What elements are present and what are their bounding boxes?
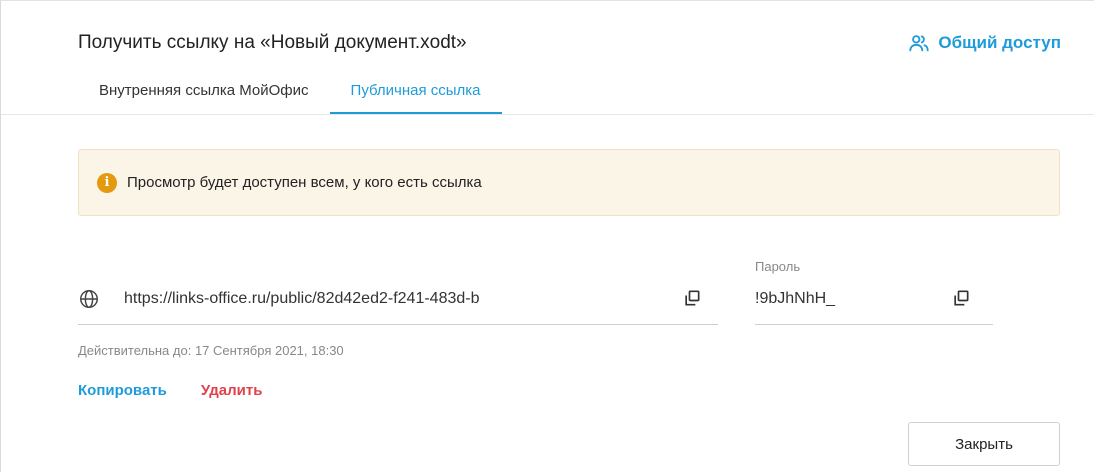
copy-link-button[interactable]: Копировать — [78, 382, 167, 399]
delete-link-button[interactable]: Удалить — [201, 382, 263, 399]
users-icon — [909, 35, 930, 52]
info-icon: i — [97, 172, 117, 193]
copy-url-icon[interactable] — [682, 288, 702, 308]
notice-text: Просмотр будет доступен всем, у кого ест… — [127, 174, 482, 191]
close-button[interactable]: Закрыть — [908, 422, 1060, 466]
info-notice: i Просмотр будет доступен всем, у кого е… — [78, 149, 1060, 216]
globe-icon — [80, 289, 98, 308]
tab-public-link[interactable]: Публичная ссылка — [329, 77, 502, 115]
shared-access-label: Общий доступ — [938, 33, 1061, 52]
copy-password-icon[interactable] — [951, 288, 971, 308]
tab-bar: Внутренняя ссылка МойОфис Публичная ссыл… — [78, 77, 502, 115]
dialog-title: Получить ссылку на «Новый документ.xodt» — [78, 32, 467, 53]
link-actions: Копировать Удалить — [78, 382, 262, 399]
password-value[interactable]: !9bJhNhH_ — [755, 290, 951, 308]
password-label: Пароль — [755, 259, 801, 274]
shared-access-link[interactable]: Общий доступ — [908, 32, 1061, 54]
get-link-dialog: Получить ссылку на «Новый документ.xodt»… — [0, 0, 1094, 472]
valid-until-text: Действительна до: 17 Сентября 2021, 18:3… — [78, 343, 344, 358]
public-url-field[interactable]: https://links-office.ru/public/82d42ed2-… — [78, 277, 718, 325]
tab-divider — [1, 114, 1094, 115]
public-url-text[interactable]: https://links-office.ru/public/82d42ed2-… — [124, 290, 682, 308]
tab-internal-link[interactable]: Внутренняя ссылка МойОфис — [78, 77, 330, 115]
password-field[interactable]: !9bJhNhH_ — [755, 277, 993, 325]
